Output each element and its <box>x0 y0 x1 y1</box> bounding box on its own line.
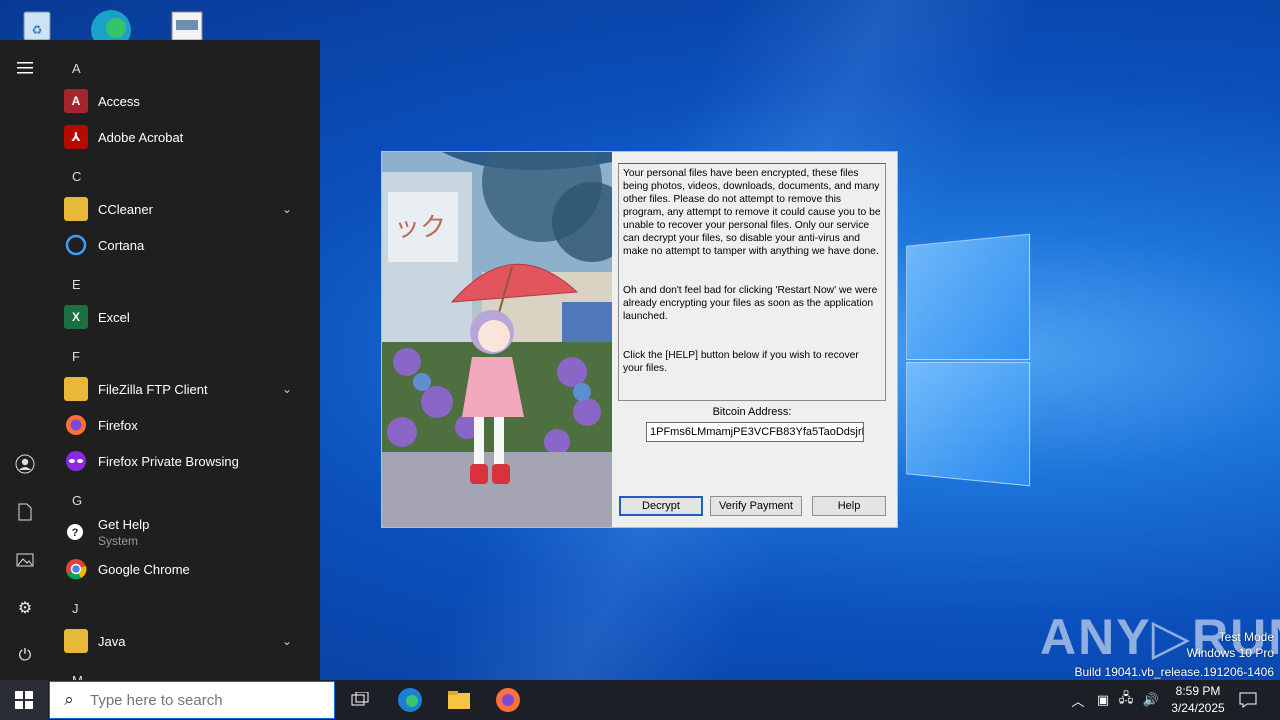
section-letter-j[interactable]: J <box>72 601 79 616</box>
app-cortana[interactable]: Cortana <box>62 227 312 263</box>
section-letter-e[interactable]: E <box>72 277 81 292</box>
bitcoin-address-label: Bitcoin Address: <box>618 406 886 418</box>
settings-icon[interactable]: ⚙ <box>0 588 50 628</box>
excel-icon: X <box>64 305 88 329</box>
app-java[interactable]: Java ⌄ <box>62 623 312 659</box>
cortana-icon <box>64 233 88 257</box>
anime-girl-umbrella-image: ック <box>382 152 612 527</box>
decrypt-button[interactable]: Decrypt <box>619 496 703 516</box>
file-desktop-icon[interactable] <box>166 4 212 40</box>
app-firefox[interactable]: Firefox <box>62 407 312 443</box>
search-icon: ⌕ <box>50 690 88 710</box>
notification-icon[interactable] <box>1236 680 1260 720</box>
verify-payment-button[interactable]: Verify Payment <box>710 496 802 516</box>
ransom-message-p1: Your personal files have been encrypted,… <box>623 168 883 257</box>
section-letter-f[interactable]: F <box>72 349 80 364</box>
acrobat-icon: ⅄ <box>64 125 88 149</box>
firefox-icon[interactable] <box>484 680 532 720</box>
hamburger-icon[interactable] <box>0 48 50 88</box>
firefox-private-icon <box>64 449 88 473</box>
app-firefox-private[interactable]: Firefox Private Browsing <box>62 443 312 479</box>
recycle-bin-icon[interactable]: ♻ <box>14 4 60 40</box>
folder-icon <box>64 629 88 653</box>
chrome-icon <box>64 557 88 581</box>
clock-time: 8:59 PM <box>1160 683 1236 700</box>
windows-wallpaper-logo <box>906 234 1030 487</box>
edge-icon[interactable] <box>386 680 434 720</box>
help-button[interactable]: Help <box>812 496 886 516</box>
svg-text:♻: ♻ <box>32 23 43 37</box>
start-menu: ⚙ ⏻ A A Access ⅄ Adobe Acrobat C CCleane… <box>0 40 320 680</box>
app-adobe-acrobat[interactable]: ⅄ Adobe Acrobat <box>62 119 312 155</box>
chevron-down-icon[interactable]: ⌄ <box>282 634 292 648</box>
taskbar: ⌕ ︿ ▣ 🖧 🔊 8:59 PM 3/24/2025 <box>0 680 1280 720</box>
watermark-edition: Windows 10 Pro <box>1187 646 1274 660</box>
app-list: A A Access ⅄ Adobe Acrobat C CCleaner ⌄ … <box>50 40 320 680</box>
folder-icon <box>64 377 88 401</box>
app-ccleaner[interactable]: CCleaner ⌄ <box>62 191 312 227</box>
chevron-down-icon[interactable]: ⌄ <box>282 202 292 216</box>
bitcoin-address-field[interactable]: 1PFms6LMmamjPE3VCFB83Yfa5TaoDdsjrB <box>646 422 864 442</box>
search-input[interactable] <box>88 691 322 710</box>
section-letter-c[interactable]: C <box>72 169 81 184</box>
ransom-message: Your personal files have been encrypted,… <box>618 163 886 401</box>
meet-now-icon[interactable]: ▣ <box>1093 680 1113 720</box>
document-icon[interactable] <box>0 492 50 532</box>
app-excel[interactable]: X Excel <box>62 299 312 335</box>
watermark-build: Build 19041.vb_release.191206-1406 <box>1075 665 1275 679</box>
power-icon[interactable]: ⏻ <box>0 636 50 676</box>
network-icon[interactable]: 🖧 <box>1116 680 1136 720</box>
get-help-icon: ? <box>64 521 88 545</box>
start-button[interactable] <box>0 680 48 720</box>
volume-icon[interactable]: 🔊 <box>1140 680 1162 720</box>
folder-icon <box>64 197 88 221</box>
user-icon[interactable] <box>0 444 50 484</box>
app-access[interactable]: A Access <box>62 83 312 119</box>
access-icon: A <box>64 89 88 113</box>
clock-date: 3/24/2025 <box>1160 700 1236 717</box>
clock[interactable]: 8:59 PM 3/24/2025 <box>1160 683 1236 717</box>
section-letter-g[interactable]: G <box>72 493 82 508</box>
chevron-down-icon[interactable]: ⌄ <box>282 382 292 396</box>
task-view-icon[interactable] <box>336 680 384 720</box>
svg-text:?: ? <box>72 527 79 539</box>
app-get-help[interactable]: ? Get Help System <box>62 515 312 551</box>
svg-text:ック: ック <box>394 212 446 242</box>
windows-icon <box>15 691 33 709</box>
taskbar-search[interactable]: ⌕ <box>49 681 335 719</box>
app-filezilla[interactable]: FileZilla FTP Client ⌄ <box>62 371 312 407</box>
edge-desktop-icon[interactable] <box>88 4 134 40</box>
ransom-message-p2: Oh and don't feel bad for clicking 'Rest… <box>623 285 880 322</box>
ransom-message-p3: Click the [HELP] button below if you wis… <box>623 350 862 374</box>
app-google-chrome[interactable]: Google Chrome <box>62 551 312 587</box>
pictures-icon[interactable] <box>0 540 50 580</box>
chevron-up-icon[interactable]: ︿ <box>1068 680 1088 720</box>
section-letter-m[interactable]: M <box>72 673 83 680</box>
ransomware-window: ック Your personal files have been encrypt… <box>381 151 898 528</box>
start-rail: ⚙ ⏻ <box>0 40 50 680</box>
section-letter-a[interactable]: A <box>72 61 81 76</box>
watermark-test-mode: Test Mode <box>1219 630 1274 644</box>
firefox-icon <box>64 413 88 437</box>
file-explorer-icon[interactable] <box>435 680 483 720</box>
